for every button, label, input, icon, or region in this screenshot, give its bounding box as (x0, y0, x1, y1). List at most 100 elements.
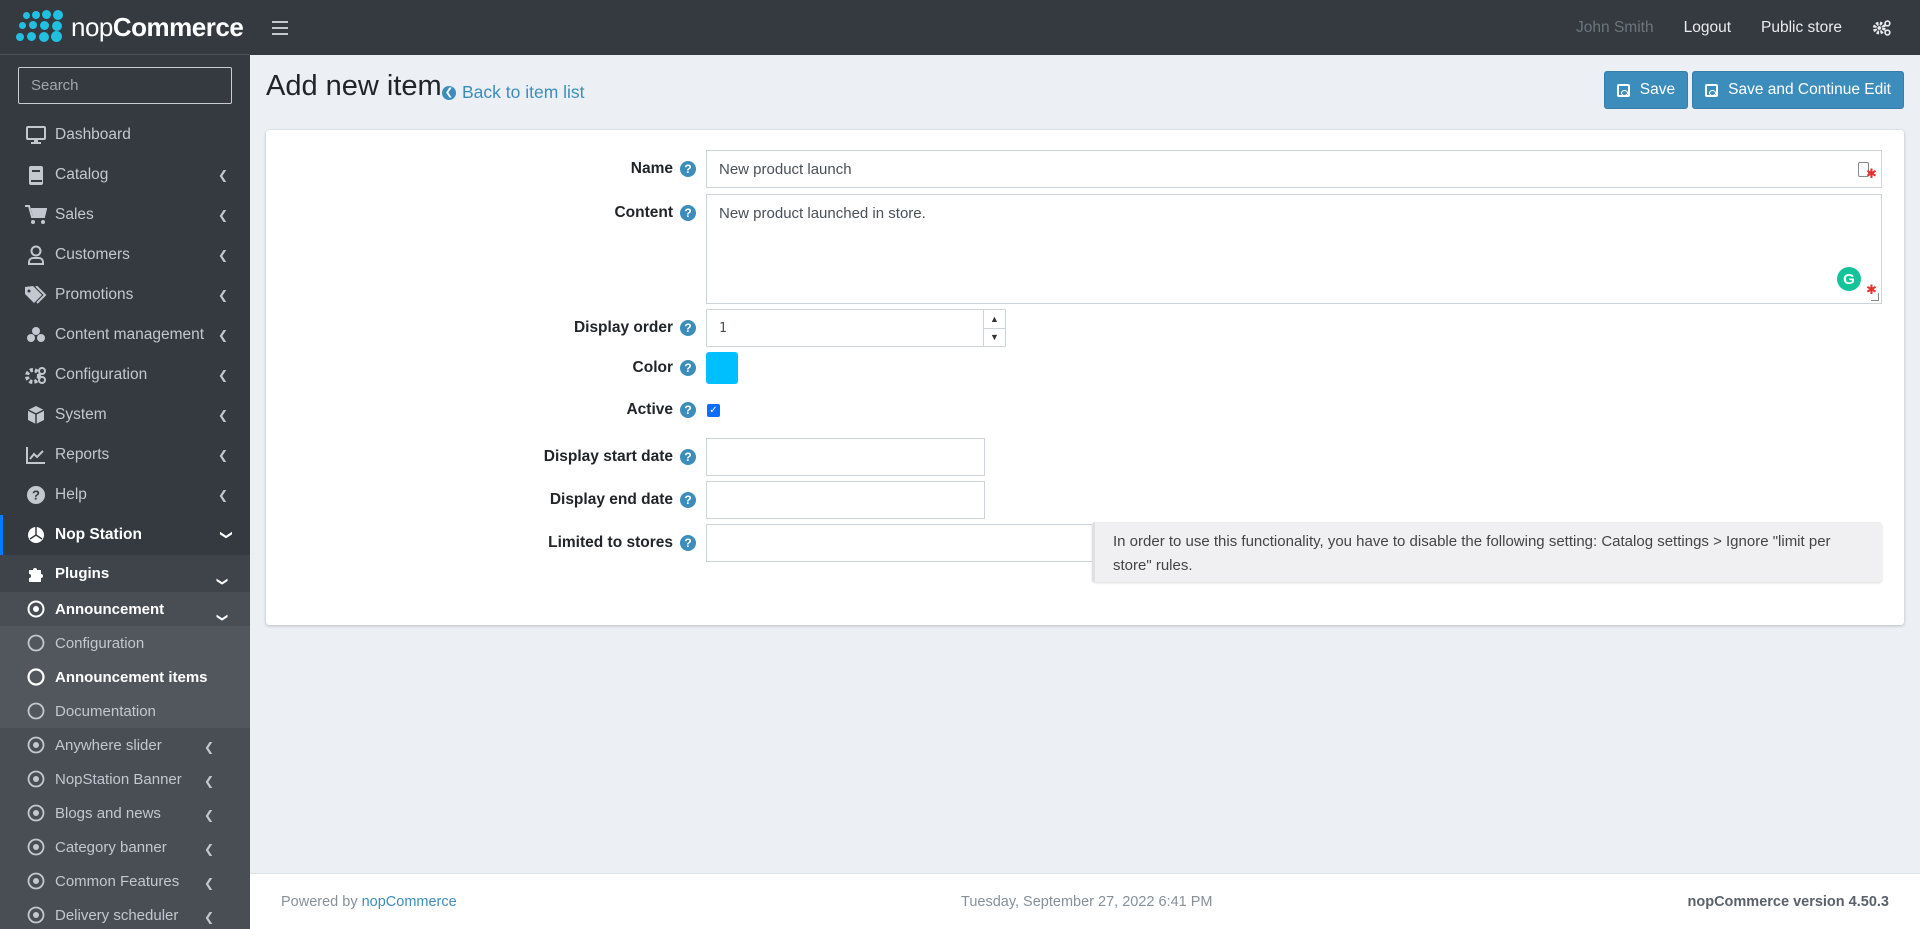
display-end-date-input[interactable] (706, 481, 985, 519)
help-icon[interactable]: ? (680, 402, 696, 418)
menu-toggle-icon[interactable] (272, 20, 288, 35)
increment-arrow-icon[interactable]: ▲ (984, 310, 1005, 329)
logout-link[interactable]: Logout (1684, 19, 1731, 37)
display-order-stepper[interactable]: ▲ ▼ (983, 310, 1005, 346)
dot-circle-icon (25, 836, 47, 858)
chevron-left-icon: ❮ (203, 876, 214, 890)
name-input[interactable]: New product launch (706, 150, 1882, 188)
sidebar-item-announcement[interactable]: Announcement ❮ (0, 592, 250, 626)
sidebar-submenu-plugins: Announcement ❮ (0, 592, 250, 626)
brand-name: nopCommerce (71, 11, 244, 42)
sidebar-item-announcement-items[interactable]: Announcement items (0, 660, 250, 694)
dot-circle-icon (25, 768, 47, 790)
current-user: John Smith (1576, 18, 1654, 36)
page-title: Add new item (266, 70, 442, 102)
color-picker-swatch[interactable] (706, 352, 738, 384)
active-checkbox[interactable]: ✓ (707, 403, 720, 417)
chevron-left-icon: ❮ (217, 328, 228, 342)
sidebar-item-catalog[interactable]: Catalog ❮ (0, 155, 250, 195)
cogs-icon (25, 364, 47, 386)
help-icon[interactable]: ? (680, 360, 696, 376)
sidebar-item-label: Blogs and news (55, 804, 161, 822)
limited-to-stores-select[interactable] (706, 524, 1095, 562)
sidebar-item-common-features[interactable]: Common Features ❮ (0, 864, 250, 898)
sidebar-item-content-management[interactable]: Content management ❮ (0, 315, 250, 355)
help-icon[interactable]: ? (680, 161, 696, 177)
search-input[interactable] (31, 77, 230, 94)
chevron-left-icon: ❮ (203, 842, 214, 856)
chevron-down-icon: ❮ (217, 529, 232, 541)
sidebar-item-label: Delivery scheduler (55, 906, 179, 924)
tags-icon (25, 284, 47, 306)
required-asterisk: ✱ (1866, 282, 1877, 297)
sidebar-item-label: Promotions (55, 286, 134, 303)
grammarly-icon[interactable]: G (1837, 267, 1861, 291)
help-icon[interactable]: ? (680, 320, 696, 336)
sidebar-nav: Dashboard Catalog ❮ Sales ❮ Customers ❮ … (0, 115, 250, 929)
content-header: Add new item ❮ Back to item list Save Sa… (250, 55, 1920, 130)
save-button[interactable]: Save (1603, 71, 1689, 109)
sidebar-item-anywhere-slider[interactable]: Anywhere slider ❮ (0, 728, 250, 762)
sidebar-item-label: System (55, 406, 107, 423)
brand-logo[interactable]: nopCommerce (0, 0, 250, 55)
sidebar-item-category-banner[interactable]: Category banner ❮ (0, 830, 250, 864)
announcement-form-card: Name? New product launch ✱ Content? New … (266, 130, 1904, 625)
sidebar-item-label: Category banner (55, 838, 167, 856)
sidebar-item-nopstation-banner[interactable]: NopStation Banner ❮ (0, 762, 250, 796)
back-to-list-link[interactable]: ❮ Back to item list (442, 82, 585, 103)
chevron-down-icon: ❮ (215, 612, 228, 623)
display-order-input[interactable]: 1 ▲ ▼ (706, 309, 1006, 347)
sidebar-item-announcement-documentation[interactable]: Documentation (0, 694, 250, 728)
svg-text:?: ? (32, 488, 40, 503)
help-icon[interactable]: ? (680, 535, 696, 551)
save-continue-button-label: Save and Continue Edit (1728, 81, 1891, 98)
content-label: Content? (614, 204, 696, 222)
help-icon[interactable]: ? (680, 205, 696, 221)
sidebar-item-label: Anywhere slider (55, 736, 162, 754)
sidebar-item-label: Configuration (55, 634, 145, 652)
floppy-disk-icon (1705, 83, 1719, 97)
sidebar-item-delivery-scheduler[interactable]: Delivery scheduler ❮ (0, 898, 250, 929)
decrement-arrow-icon[interactable]: ▼ (984, 329, 1005, 347)
help-icon[interactable]: ? (680, 449, 696, 465)
limited-to-stores-label: Limited to stores? (548, 534, 696, 552)
gears-icon[interactable] (1872, 19, 1892, 37)
sidebar-item-dashboard[interactable]: Dashboard (0, 115, 250, 155)
public-store-link[interactable]: Public store (1761, 19, 1842, 37)
help-icon[interactable]: ? (680, 492, 696, 508)
dot-circle-icon (25, 904, 47, 926)
sidebar-item-reports[interactable]: Reports ❮ (0, 435, 250, 475)
sidebar-item-system[interactable]: System ❮ (0, 395, 250, 435)
save-button-label: Save (1639, 81, 1676, 98)
main-content: Add new item ❮ Back to item list Save Sa… (250, 55, 1920, 873)
sidebar-item-configuration[interactable]: Configuration ❮ (0, 355, 250, 395)
sidebar-plugin-list: Anywhere slider ❮ NopStation Banner ❮ Bl… (0, 728, 250, 929)
circle-icon (25, 632, 47, 654)
display-start-date-label: Display start date? (544, 448, 696, 466)
sidebar-submenu-nop-station: Plugins ❮ (0, 555, 250, 592)
chevron-left-icon: ❮ (217, 288, 228, 302)
user-icon (25, 244, 47, 266)
save-continue-button[interactable]: Save and Continue Edit (1692, 71, 1904, 109)
sidebar-item-label: Content management (55, 326, 205, 343)
color-label: Color? (633, 359, 696, 377)
display-start-date-input[interactable] (706, 438, 985, 476)
sidebar-item-sales[interactable]: Sales ❮ (0, 195, 250, 235)
sidebar-item-customers[interactable]: Customers ❮ (0, 235, 250, 275)
nopcommerce-link[interactable]: nopCommerce (362, 894, 457, 910)
form-row-name: Name? New product launch ✱ (266, 150, 1904, 188)
sidebar-submenu-announcement: Configuration Announcement items Documen… (0, 626, 250, 728)
sidebar-item-promotions[interactable]: Promotions ❮ (0, 275, 250, 315)
sidebar-item-label: Reports (55, 446, 110, 463)
sidebar-search (18, 67, 232, 104)
puzzle-icon (25, 563, 47, 585)
content-textarea[interactable]: New product launched in store. G (706, 194, 1882, 304)
sidebar-item-blogs-and-news[interactable]: Blogs and news ❮ (0, 796, 250, 830)
sidebar-item-help[interactable]: ? Help ❮ (0, 475, 250, 515)
dot-circle-icon (25, 802, 47, 824)
sidebar-item-plugins[interactable]: Plugins ❮ (0, 555, 250, 592)
sidebar-item-nop-station[interactable]: Nop Station ❮ (0, 515, 250, 555)
sidebar-item-announcement-configuration[interactable]: Configuration (0, 626, 250, 660)
nopstation-icon (25, 524, 47, 546)
dot-circle-icon (25, 598, 47, 620)
